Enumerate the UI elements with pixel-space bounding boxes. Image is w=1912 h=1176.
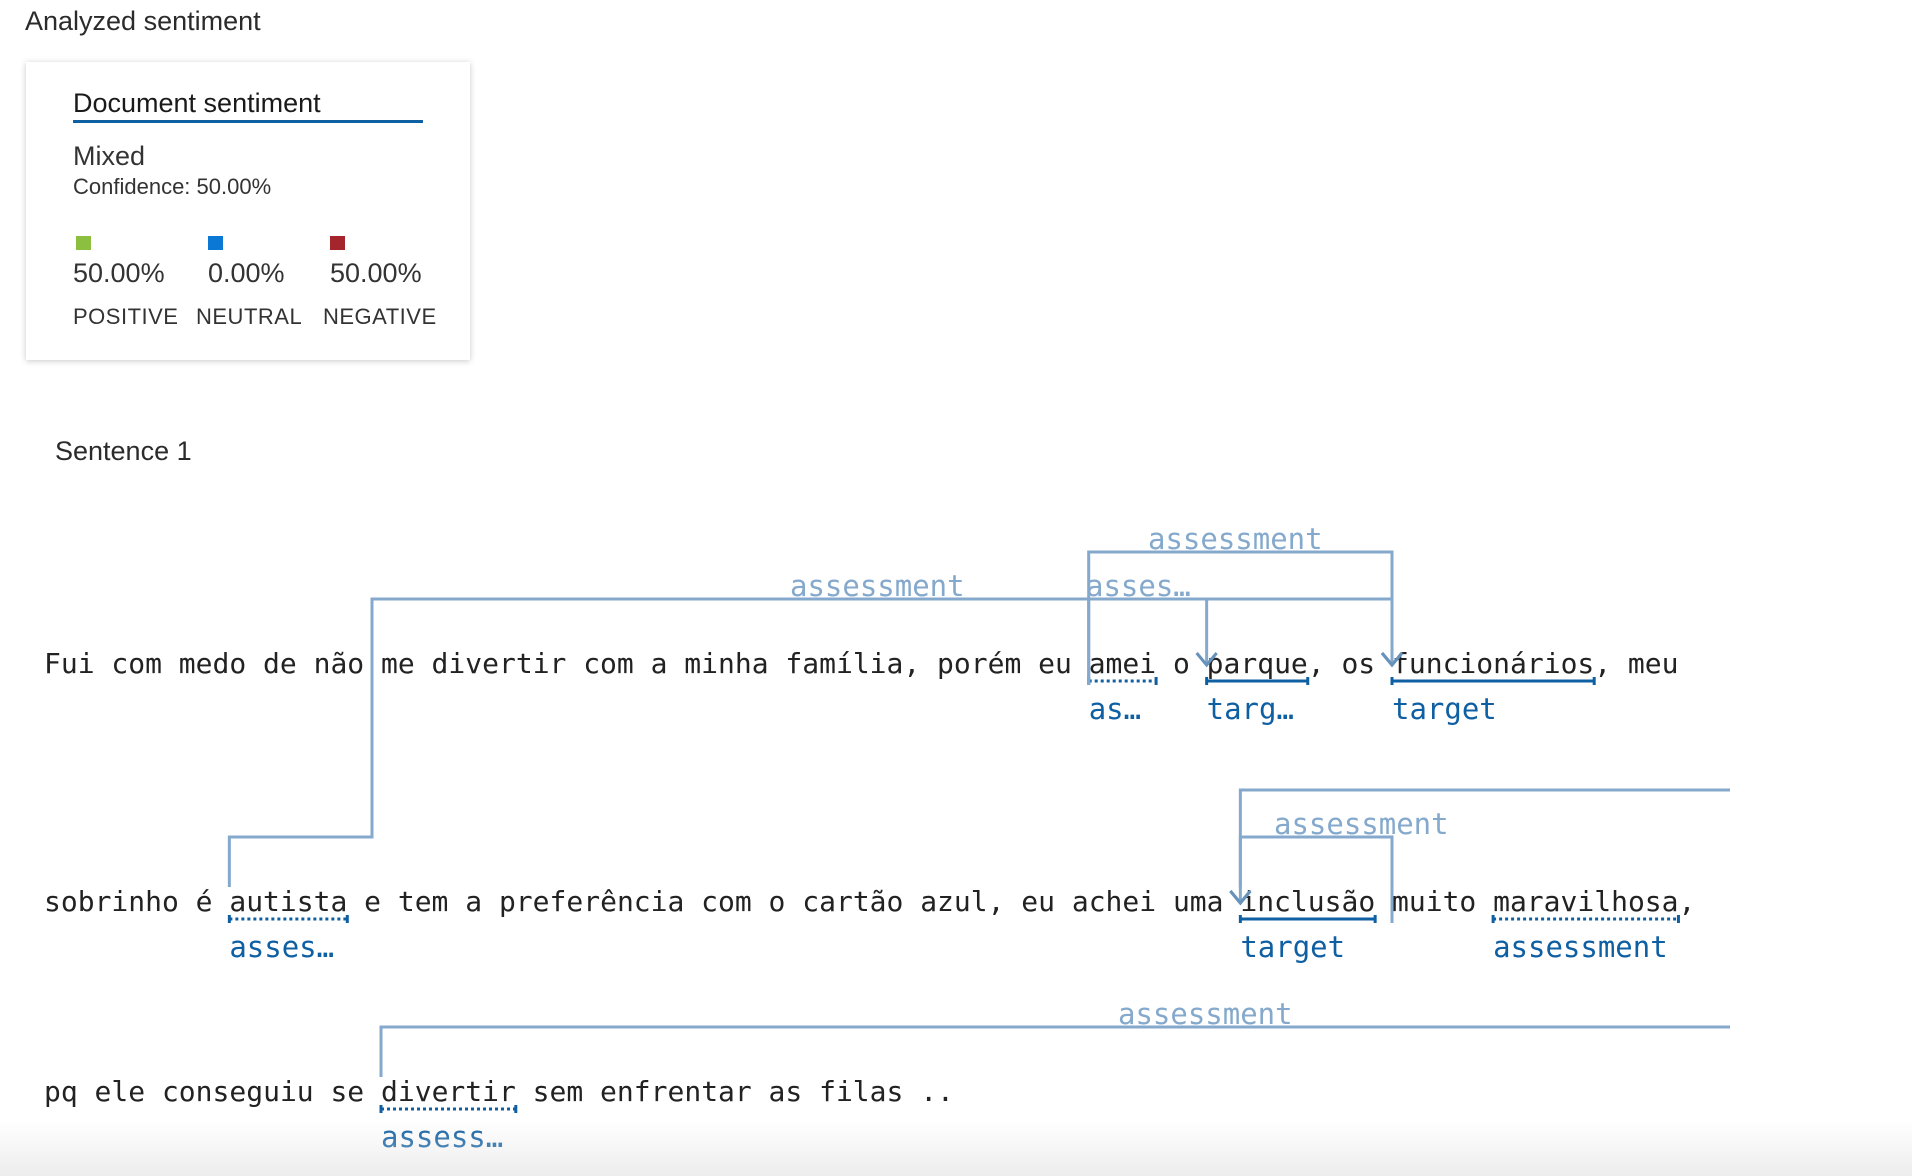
token-word: com bbox=[111, 647, 162, 680]
token-word: ele bbox=[95, 1075, 146, 1108]
token-word: eu bbox=[1038, 647, 1072, 680]
token-word: cartão bbox=[802, 885, 903, 918]
token-word: e bbox=[364, 885, 381, 918]
token-word: o bbox=[1173, 647, 1190, 680]
token-word: os bbox=[1341, 647, 1375, 680]
token-word: minha bbox=[684, 647, 768, 680]
token-word: é bbox=[196, 885, 213, 918]
arc-label: assessment bbox=[1148, 522, 1323, 556]
arc-label: assessment bbox=[790, 569, 965, 603]
token-word: a bbox=[465, 885, 482, 918]
role-label: target bbox=[1392, 692, 1497, 726]
token-word: inclusão bbox=[1240, 885, 1375, 918]
token-word: as bbox=[769, 1075, 803, 1108]
token-word: divertir bbox=[381, 1075, 516, 1108]
token-word: o bbox=[769, 885, 786, 918]
token-word: eu bbox=[1021, 885, 1055, 918]
arc-line bbox=[227, 597, 1394, 887]
token-word: .. bbox=[920, 1075, 954, 1108]
token-word: medo bbox=[179, 647, 246, 680]
token-word: conseguiu bbox=[162, 1075, 314, 1108]
role-label: target bbox=[1240, 930, 1345, 964]
token-word: com bbox=[701, 885, 752, 918]
token-word: funcionários bbox=[1392, 647, 1594, 680]
arc-line bbox=[379, 1025, 1730, 1077]
token-word: se bbox=[330, 1075, 364, 1108]
token-word: enfrentar bbox=[600, 1075, 752, 1108]
token-word: filas bbox=[819, 1075, 903, 1108]
arc-label: assessment bbox=[1274, 807, 1449, 841]
token-word: pq bbox=[44, 1075, 78, 1108]
token-word: não bbox=[314, 647, 365, 680]
role-label: assessment bbox=[1493, 930, 1668, 964]
token-word: muito bbox=[1392, 885, 1476, 918]
role-label: targ… bbox=[1207, 692, 1294, 726]
token-word: achei bbox=[1072, 885, 1156, 918]
token-word: sem bbox=[533, 1075, 584, 1108]
role-label: assess… bbox=[381, 1120, 503, 1154]
token-word: sobrinho bbox=[44, 885, 179, 918]
role-label: asses… bbox=[229, 930, 334, 964]
arc-label: asses… bbox=[1086, 569, 1191, 603]
role-label: as… bbox=[1089, 692, 1141, 726]
token-word: me bbox=[381, 647, 415, 680]
token-punctuation: , bbox=[1678, 885, 1695, 918]
token-punctuation: , bbox=[1594, 647, 1611, 680]
token-word: família, bbox=[785, 647, 920, 680]
token-word: preferência bbox=[499, 885, 684, 918]
opinion-dependency-diagram: Fui com medo de não me divertir com a minha famíli… bbox=[44, 522, 1730, 1154]
token-word: porém bbox=[937, 647, 1021, 680]
token-word: maravilhosa bbox=[1493, 885, 1678, 918]
token-word: Fui bbox=[44, 647, 95, 680]
token-word: divertir bbox=[432, 647, 567, 680]
token-word: uma bbox=[1173, 885, 1224, 918]
token-word: meu bbox=[1628, 647, 1679, 680]
token-word: com bbox=[583, 647, 634, 680]
token-word: autista bbox=[229, 885, 347, 918]
token-word: de bbox=[263, 647, 297, 680]
token-word: a bbox=[651, 647, 668, 680]
sentiment-result-panel: Analyzed sentiment Document sentiment Mi… bbox=[0, 0, 1912, 1176]
token-word: tem bbox=[398, 885, 449, 918]
token-word: parque bbox=[1207, 647, 1308, 680]
token-word: azul, bbox=[920, 885, 1004, 918]
token-punctuation: , bbox=[1308, 647, 1325, 680]
token-word: amei bbox=[1089, 647, 1156, 680]
arc-label: assessment bbox=[1118, 997, 1293, 1031]
